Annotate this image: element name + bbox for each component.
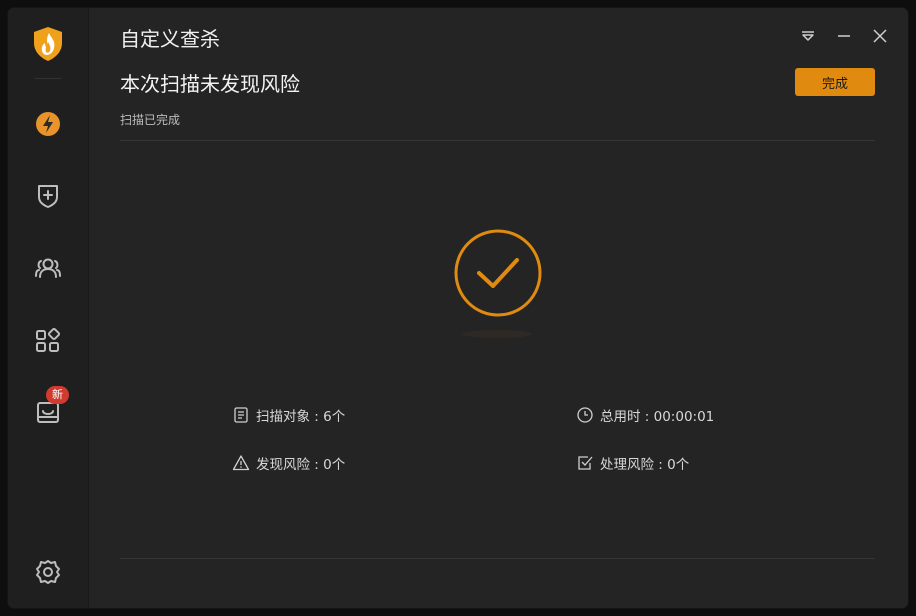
lightning-boost-icon: [36, 112, 60, 136]
scan-status: 扫描已完成: [120, 113, 181, 127]
divider: [120, 140, 875, 141]
sidebar-item-settings[interactable]: [32, 556, 64, 588]
sidebar-item-speedup[interactable]: [32, 108, 64, 140]
clock-icon: [577, 407, 593, 423]
scan-result-title: 本次扫描未发现风险: [120, 72, 300, 96]
stat-total-time: 总用时 : 00:00:01: [576, 405, 714, 425]
divider-bottom: [120, 558, 875, 559]
stat-handled-risks: 处理风险 : 0个: [576, 453, 689, 473]
sidebar-item-apps[interactable]: [32, 324, 64, 356]
stat-found-risks-label: 发现风险 : 0个: [256, 457, 346, 473]
document-icon: [234, 407, 248, 423]
minimize-icon: [838, 35, 850, 37]
window-controls: [798, 26, 890, 46]
done-button[interactable]: 完成: [795, 68, 875, 96]
main-panel: 自定义查杀 本次扫描未发现风险 完成 扫描已完成 扫描对象: 6个 总用时:…: [88, 8, 908, 608]
shield-flame-logo: [32, 26, 64, 62]
sidebar-item-protection[interactable]: [32, 180, 64, 212]
shield-plus-icon: [38, 185, 58, 208]
sidebar-item-accounts[interactable]: [32, 252, 64, 284]
checkbox-icon: [578, 456, 593, 470]
new-badge: 新: [46, 386, 69, 404]
close-button[interactable]: [870, 26, 890, 46]
app-window: 新 自定义查杀 本次扫描未发现风险 完成 扫描已完成 扫描对象: 6个 总用时…: [8, 8, 908, 608]
stat-total-time-label: 总用时 : 00:00:01: [600, 409, 715, 425]
users-icon: [35, 258, 61, 278]
close-icon: [873, 29, 887, 43]
stat-handled-risks-label: 处理风险 : 0个: [600, 457, 690, 473]
sidebar: 新: [8, 8, 89, 608]
warning-icon: [232, 455, 250, 471]
apps-grid-icon: [36, 327, 61, 352]
icon-shadow: [462, 330, 532, 338]
minimize-button[interactable]: [834, 26, 854, 46]
check-circle-icon: [451, 226, 545, 320]
stat-scan-objects-label: 扫描对象 : 6个: [256, 409, 346, 425]
sidebar-separator: [35, 78, 61, 79]
dropdown-menu-icon: [802, 31, 814, 41]
settings-gear-icon: [36, 560, 60, 584]
stat-found-risks: 发现风险 : 0个: [232, 453, 345, 473]
stat-scan-objects: 扫描对象 : 6个: [232, 405, 345, 425]
window-title: 自定义查杀: [120, 27, 220, 51]
menu-button[interactable]: [798, 26, 818, 46]
